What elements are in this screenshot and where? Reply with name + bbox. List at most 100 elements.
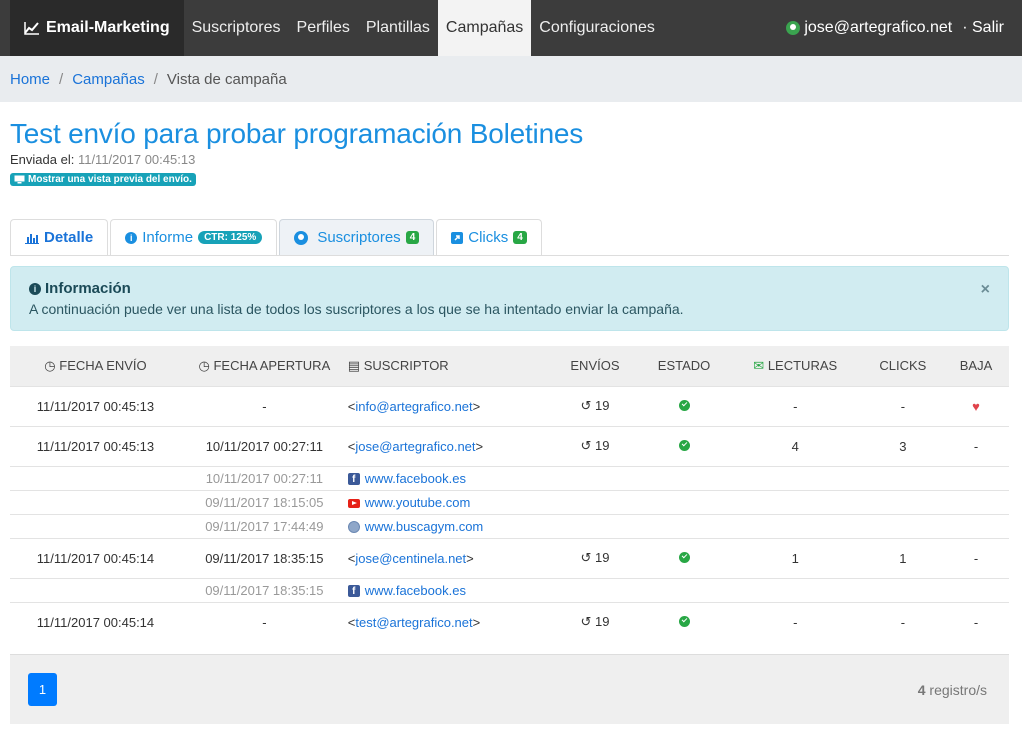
cell-clicks: 1: [862, 537, 944, 578]
bar-chart-icon: [25, 233, 39, 244]
click-site: www.buscagym.com: [347, 513, 550, 538]
tab-informe[interactable]: i Informe CTR: 125%: [110, 219, 278, 255]
click-detail-row: 10/11/2017 00:27:11 f www.facebook.es: [10, 465, 1009, 490]
tab-informe-label: Informe: [142, 229, 194, 246]
nav-suscriptores[interactable]: Suscriptores: [184, 0, 289, 56]
col-estado[interactable]: ESTADO: [640, 346, 728, 386]
cell-fecha-envio: 11/11/2017 00:45:13: [10, 425, 181, 466]
table-footer: 1 4 registro/s: [10, 654, 1009, 724]
col-lecturas[interactable]: ✉ LECTURAS: [728, 346, 863, 386]
subscriber-email-link[interactable]: jose@centinela.net: [355, 551, 466, 566]
cell-lecturas: -: [727, 601, 863, 642]
check-circle-icon: [678, 399, 690, 411]
cell-fecha-envio: 11/11/2017 00:45:14: [10, 537, 181, 578]
cell-suscriptor: <test@artegrafico.net>: [347, 601, 550, 642]
nav-plantillas[interactable]: Plantillas: [358, 0, 438, 56]
table-row: 11/11/2017 00:45:13 - <info@artegrafico.…: [10, 385, 1009, 426]
subscriber-email-link[interactable]: info@artegrafico.net: [355, 399, 472, 414]
id-card-icon: ▤: [347, 357, 361, 373]
cell-suscriptor: <jose@centinela.net>: [347, 537, 550, 578]
facebook-icon: f: [347, 585, 360, 598]
cell-fecha-envio: 11/11/2017 00:45:14: [10, 601, 181, 642]
breadcrumb-separator: /: [59, 70, 64, 88]
records-number: 4: [917, 681, 926, 698]
col-envios[interactable]: ENVÍOS: [550, 346, 641, 386]
click-site-link[interactable]: www.youtube.com: [365, 495, 471, 510]
cell-clicks: -: [862, 385, 944, 426]
click-site-link[interactable]: www.buscagym.com: [365, 519, 483, 534]
breadcrumb: Home / Campañas / Vista de campaña: [0, 56, 1022, 102]
info-circle-icon: i: [29, 282, 41, 295]
subscriber-email-link[interactable]: test@artegrafico.net: [355, 615, 472, 630]
table-row: 11/11/2017 00:45:14 - <test@artegrafico.…: [10, 601, 1009, 642]
envelope-open-icon: ✉: [753, 357, 765, 373]
cell-estado: [640, 601, 728, 642]
cell-lecturas: -: [727, 385, 863, 426]
cell-baja: -: [943, 425, 1009, 466]
nav-perfiles[interactable]: Perfiles: [289, 0, 358, 56]
table-row: 11/11/2017 00:45:13 10/11/2017 00:27:11 …: [10, 425, 1009, 466]
col-fecha-apertura[interactable]: ◷ FECHA APERTURA: [181, 346, 348, 386]
user-link[interactable]: jose@artegrafico.net: [786, 19, 952, 37]
close-icon[interactable]: ×: [981, 281, 990, 299]
cell-baja: -: [943, 601, 1009, 642]
cell-baja: ♥: [943, 385, 1009, 426]
cell-clicks: -: [862, 601, 944, 642]
cell-estado: [640, 425, 728, 466]
history-icon: ↺: [580, 438, 592, 453]
tabs: Detalle i Informe CTR: 125% Suscriptores…: [10, 219, 1009, 256]
nav-configuraciones[interactable]: Configuraciones: [531, 0, 663, 56]
cell-suscriptor: <info@artegrafico.net>: [347, 385, 550, 426]
cell-fecha-apertura: 10/11/2017 00:27:11: [180, 425, 348, 466]
cell-fecha-envio: 11/11/2017 00:45:13: [10, 385, 181, 426]
preview-button[interactable]: Mostrar una vista previa del envío.: [10, 173, 196, 186]
cell-lecturas: 1: [727, 537, 863, 578]
click-site-link[interactable]: www.facebook.es: [365, 583, 466, 598]
suscriptores-count-badge: 4: [405, 231, 420, 244]
tab-suscriptores-label: Suscriptores: [317, 229, 401, 246]
cell-envios: ↺ 19: [549, 601, 641, 642]
col-baja[interactable]: BAJA: [943, 346, 1009, 386]
info-alert: i Información A continuación puede ver u…: [10, 266, 1009, 331]
tab-clicks-label: Clicks: [468, 229, 509, 246]
tab-detalle[interactable]: Detalle: [10, 219, 109, 255]
info-circle-icon: i: [125, 231, 138, 244]
click-date: 09/11/2017 18:35:15: [180, 577, 348, 602]
brand[interactable]: Email-Marketing: [10, 0, 184, 56]
click-detail-row: 09/11/2017 18:15:05 www.youtube.com: [10, 489, 1009, 514]
click-site: f www.facebook.es: [347, 577, 550, 602]
logout-link[interactable]: · Salir: [962, 19, 1004, 37]
col-fecha-envio[interactable]: ◷ FECHA ENVÍO: [10, 346, 181, 386]
tab-clicks[interactable]: Clicks 4: [436, 219, 542, 255]
cell-lecturas: 4: [727, 425, 863, 466]
tab-suscriptores[interactable]: Suscriptores 4: [279, 219, 435, 255]
breadcrumb-separator: /: [153, 70, 158, 88]
nav-campanas[interactable]: Campañas: [437, 0, 532, 56]
youtube-icon: [347, 498, 360, 508]
breadcrumb-campaigns[interactable]: Campañas: [72, 71, 145, 88]
click-site: www.youtube.com: [347, 489, 550, 514]
cell-envios: ↺ 19: [549, 385, 641, 426]
records-suffix: registro/s: [929, 681, 987, 698]
subscriber-email-link[interactable]: jose@artegrafico.net: [355, 439, 475, 454]
heartbeat-icon: ♥: [972, 398, 980, 414]
cell-clicks: 3: [862, 425, 944, 466]
user-circle-icon: [786, 20, 801, 35]
breadcrumb-current: Vista de campaña: [166, 70, 287, 88]
records-count: 4 registro/s: [918, 682, 991, 698]
cell-envios: ↺ 19: [549, 425, 641, 466]
clicks-count-badge: 4: [513, 231, 527, 244]
breadcrumb-home[interactable]: Home: [10, 71, 50, 88]
alert-body: A continuación puede ver una lista de to…: [29, 301, 684, 317]
cell-baja: -: [943, 537, 1009, 578]
globe-icon: [347, 521, 360, 534]
cell-fecha-apertura: 09/11/2017 18:35:15: [180, 537, 348, 578]
col-clicks[interactable]: CLICKS: [863, 346, 943, 386]
col-suscriptor[interactable]: ▤ SUSCRIPTOR: [348, 346, 550, 386]
click-site-link[interactable]: www.facebook.es: [365, 471, 466, 486]
table-row: 11/11/2017 00:45:14 09/11/2017 18:35:15 …: [10, 537, 1009, 578]
subscribers-table: ◷ FECHA ENVÍO ◷ FECHA APERTURA ▤ SUSCRIP…: [10, 346, 1009, 642]
pagination-page-1[interactable]: 1: [28, 673, 57, 706]
user-circle-icon: [294, 230, 309, 245]
clock-icon: ◷: [198, 357, 210, 373]
